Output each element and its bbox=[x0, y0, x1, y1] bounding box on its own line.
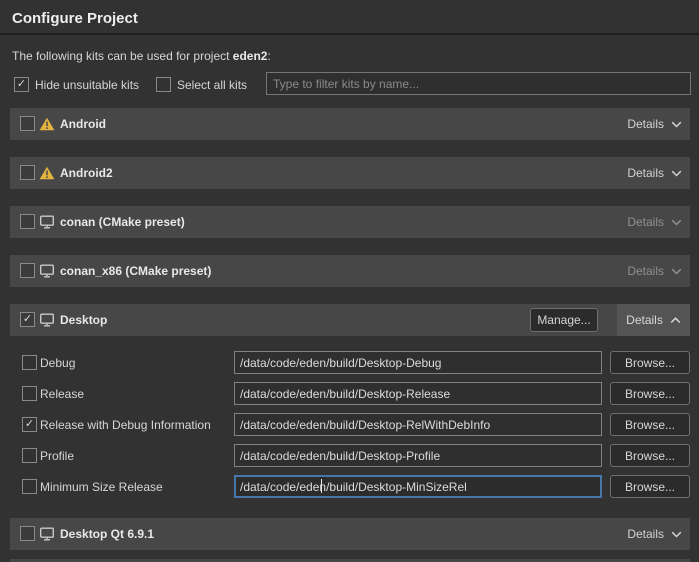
details-button[interactable]: Details bbox=[627, 518, 682, 550]
config-checkbox[interactable] bbox=[22, 448, 37, 463]
desktop-monitor-icon bbox=[39, 527, 55, 541]
desktop-monitor-icon bbox=[39, 215, 55, 229]
kit-checkbox[interactable] bbox=[20, 263, 35, 278]
kit-name: Desktop bbox=[60, 313, 107, 327]
browse-button[interactable]: Browse... bbox=[610, 382, 690, 405]
config-row-minsizerel: Minimum Size Release Browse... bbox=[0, 475, 699, 498]
kit-name: conan (CMake preset) bbox=[60, 215, 185, 229]
details-label: Details bbox=[627, 527, 664, 541]
details-label: Details bbox=[627, 215, 664, 229]
kit-name: Android2 bbox=[60, 166, 113, 180]
kit-checkbox[interactable] bbox=[20, 526, 35, 541]
build-path-input[interactable] bbox=[234, 382, 602, 405]
chevron-down-icon bbox=[671, 170, 682, 177]
desktop-monitor-icon bbox=[39, 264, 55, 278]
kit-row-conan-x86[interactable]: conan_x86 (CMake preset) Details bbox=[10, 255, 690, 287]
select-all-label[interactable]: Select all kits bbox=[177, 78, 247, 92]
kit-name: conan_x86 (CMake preset) bbox=[60, 264, 211, 278]
chevron-down-icon bbox=[671, 531, 682, 538]
details-label: Details bbox=[627, 117, 664, 131]
details-label: Details bbox=[627, 166, 664, 180]
chevron-up-icon bbox=[670, 317, 681, 324]
config-label: Minimum Size Release bbox=[40, 480, 163, 494]
kit-checkbox[interactable] bbox=[20, 116, 35, 131]
browse-button[interactable]: Browse... bbox=[610, 475, 690, 498]
config-label: Release with Debug Information bbox=[40, 418, 211, 432]
build-path-input[interactable] bbox=[234, 351, 602, 374]
warning-icon bbox=[39, 166, 55, 180]
browse-button[interactable]: Browse... bbox=[610, 444, 690, 467]
config-row-relwithdebinfo: ✓ Release with Debug Information Browse.… bbox=[0, 413, 699, 436]
intro-prefix: The following kits can be used for proje… bbox=[12, 49, 233, 63]
project-name: eden2 bbox=[233, 49, 268, 63]
page-title: Configure Project bbox=[12, 10, 138, 27]
chevron-down-icon bbox=[671, 121, 682, 128]
check-icon: ✓ bbox=[23, 314, 32, 325]
kit-row-desktop[interactable]: ✓ Desktop Manage... Details bbox=[10, 304, 690, 336]
kit-row-conan[interactable]: conan (CMake preset) Details bbox=[10, 206, 690, 238]
config-row-release: Release Browse... bbox=[0, 382, 699, 405]
build-path-input[interactable] bbox=[234, 444, 602, 467]
config-label: Release bbox=[40, 387, 84, 401]
kit-checkbox[interactable]: ✓ bbox=[20, 312, 35, 327]
config-row-profile: Profile Browse... bbox=[0, 444, 699, 467]
manage-button[interactable]: Manage... bbox=[530, 308, 598, 332]
build-path-input[interactable] bbox=[234, 413, 602, 436]
kit-row-android2[interactable]: Android2 Details bbox=[10, 157, 690, 189]
browse-button[interactable]: Browse... bbox=[610, 413, 690, 436]
config-checkbox[interactable] bbox=[22, 479, 37, 494]
intro-text: The following kits can be used for proje… bbox=[12, 49, 271, 63]
kit-row-android[interactable]: Android Details bbox=[10, 108, 690, 140]
config-checkbox[interactable] bbox=[22, 355, 37, 370]
config-label: Profile bbox=[40, 449, 74, 463]
details-button-active[interactable]: Details bbox=[617, 304, 690, 336]
details-button[interactable]: Details bbox=[627, 108, 682, 140]
intro-suffix: : bbox=[267, 49, 270, 63]
desktop-monitor-icon bbox=[39, 313, 55, 327]
details-label: Details bbox=[626, 313, 663, 327]
hide-unsuitable-label[interactable]: Hide unsuitable kits bbox=[35, 78, 139, 92]
details-label: Details bbox=[627, 264, 664, 278]
build-path-input-focused[interactable] bbox=[234, 475, 602, 498]
warning-icon bbox=[39, 117, 55, 131]
kit-name: Desktop Qt 6.9.1 bbox=[60, 527, 154, 541]
chevron-down-icon bbox=[671, 268, 682, 275]
text-cursor bbox=[321, 479, 322, 493]
kit-row-desktop-qt[interactable]: Desktop Qt 6.9.1 Details bbox=[10, 518, 690, 550]
browse-button[interactable]: Browse... bbox=[610, 351, 690, 374]
details-button[interactable]: Details bbox=[627, 157, 682, 189]
chevron-down-icon bbox=[671, 219, 682, 226]
config-checkbox[interactable]: ✓ bbox=[22, 417, 37, 432]
details-button[interactable]: Details bbox=[627, 255, 682, 287]
config-checkbox[interactable] bbox=[22, 386, 37, 401]
kit-filter-input[interactable] bbox=[266, 72, 691, 95]
select-all-checkbox[interactable] bbox=[156, 77, 171, 92]
title-separator bbox=[0, 33, 699, 35]
config-label: Debug bbox=[40, 356, 75, 370]
kit-checkbox[interactable] bbox=[20, 165, 35, 180]
check-icon: ✓ bbox=[17, 79, 26, 90]
hide-unsuitable-checkbox[interactable]: ✓ bbox=[14, 77, 29, 92]
details-button[interactable]: Details bbox=[627, 206, 682, 238]
kit-checkbox[interactable] bbox=[20, 214, 35, 229]
config-row-debug: Debug Browse... bbox=[0, 351, 699, 374]
check-icon: ✓ bbox=[25, 419, 34, 430]
kit-name: Android bbox=[60, 117, 106, 131]
